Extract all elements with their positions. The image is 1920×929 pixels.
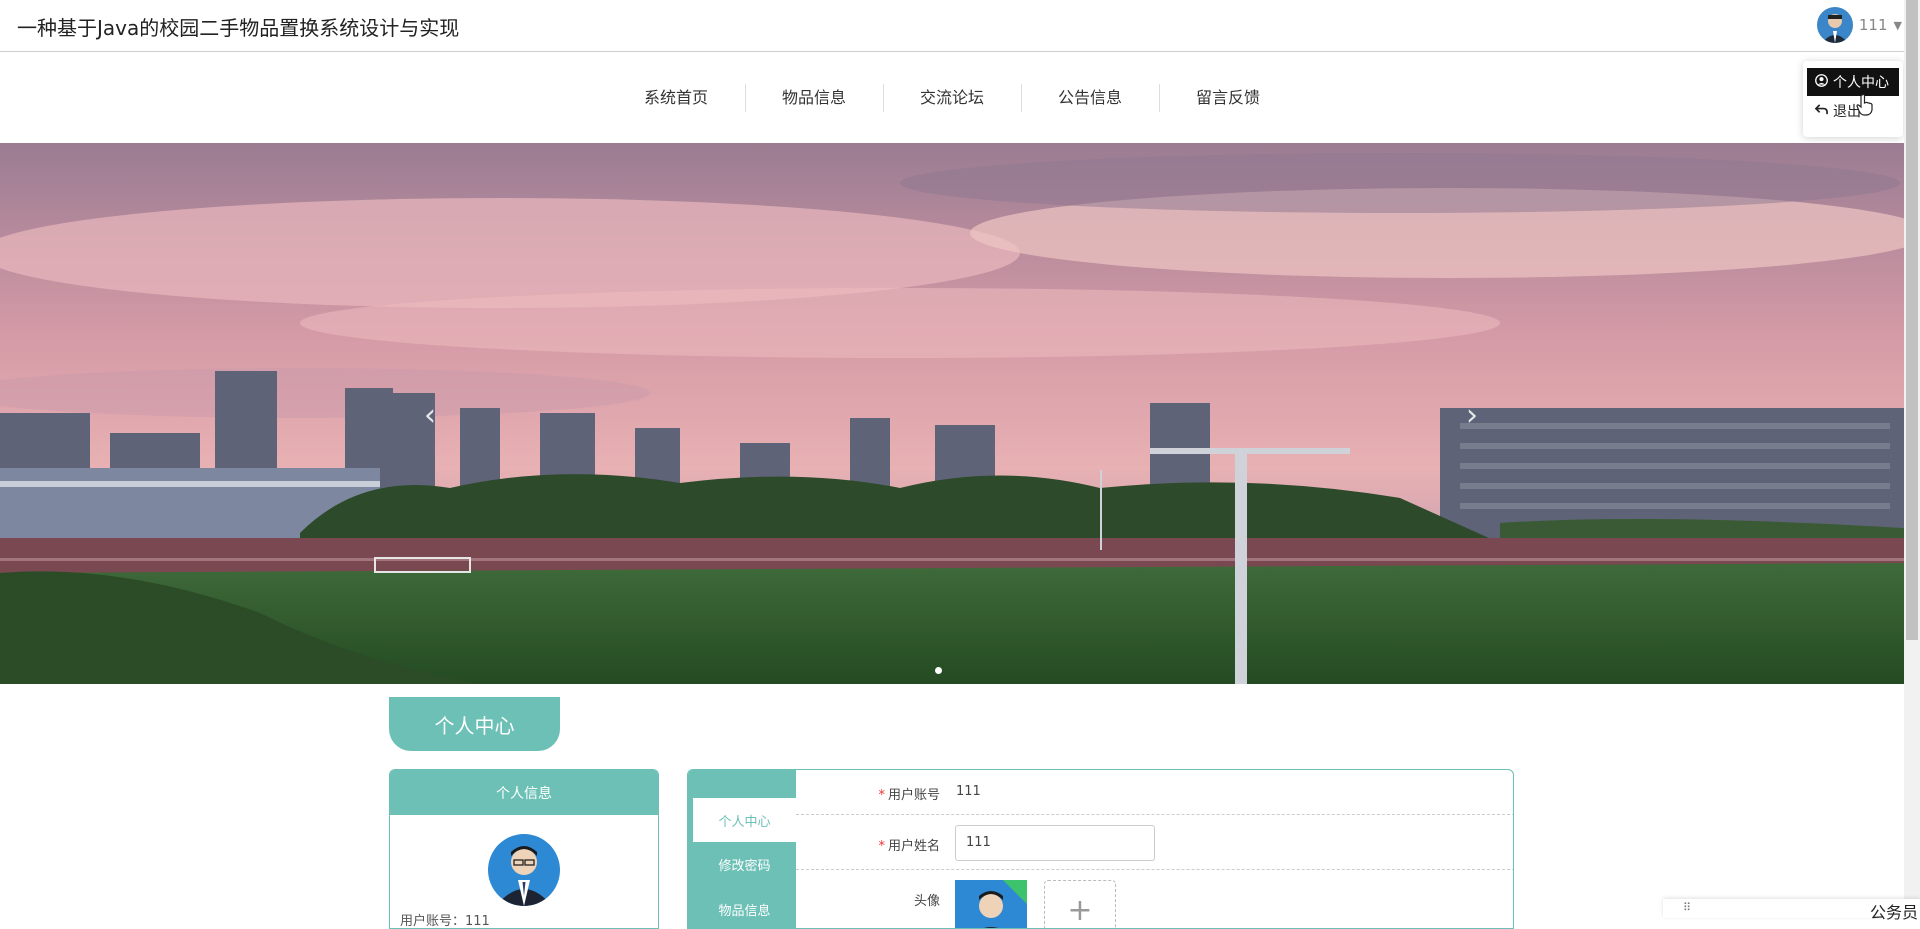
side-tab-personal-center[interactable]: 个人中心	[693, 798, 796, 842]
form-row-name: * 用户姓名 111	[796, 815, 1513, 870]
personal-info-card: 个人信息 用户账号：111	[389, 769, 659, 929]
account-label: * 用户账号	[878, 788, 940, 803]
page-scrollbar[interactable]	[1904, 0, 1920, 918]
profile-avatar	[488, 834, 560, 906]
nav-item-notice[interactable]: 公告信息	[1021, 84, 1159, 112]
chevron-down-icon[interactable]: ▼	[1894, 19, 1902, 32]
site-title: 一种基于Java的校园二手物品置换系统设计与实现	[17, 16, 460, 40]
nav-item-home[interactable]: 系统首页	[607, 85, 745, 111]
user-avatar[interactable]	[1816, 7, 1853, 43]
floating-widget[interactable]: ⠿ 公务员	[1663, 899, 1920, 922]
carousel-prev-button[interactable]: ‹	[424, 398, 436, 433]
side-tab-goods-info[interactable]: 物品信息	[693, 887, 796, 928]
nav-item-feedback[interactable]: 留言反馈	[1159, 84, 1297, 112]
personal-info-heading: 个人信息	[390, 770, 658, 815]
info-account-row: 用户账号：111	[400, 914, 490, 929]
banner-carousel[interactable]: ‹ ›	[0, 143, 1904, 684]
side-tab-change-password[interactable]: 修改密码	[693, 842, 796, 886]
username-label[interactable]: 111	[1859, 16, 1888, 34]
carousel-indicator-dot[interactable]	[935, 667, 942, 674]
name-input[interactable]: 111	[955, 825, 1155, 861]
form-row-avatar: 头像 +	[796, 870, 1513, 928]
name-label: * 用户姓名	[878, 839, 940, 854]
scrollbar-thumb[interactable]	[1906, 0, 1918, 640]
account-value: 111	[956, 784, 981, 799]
avatar-thumbnail[interactable]	[955, 880, 1027, 928]
banner-image	[0, 143, 1904, 684]
personal-center-title: 个人中心	[389, 697, 560, 751]
main-nav: 系统首页 物品信息 交流论坛 公告信息 留言反馈	[0, 53, 1904, 143]
top-bar: 一种基于Java的校园二手物品置换系统设计与实现 111 ▼	[0, 0, 1904, 52]
nav-item-goods[interactable]: 物品信息	[744, 84, 883, 112]
required-mark: *	[878, 839, 885, 854]
upload-avatar-button[interactable]: +	[1044, 880, 1116, 928]
user-menu-toggle[interactable]: 111 ▼	[1816, 6, 1902, 44]
form-row-account: * 用户账号 111	[796, 770, 1513, 815]
avatar-label: 头像	[913, 894, 940, 909]
profile-form-card: 个人中心 修改密码 物品信息 * 用户账号 111 * 用户姓名 111 头像 +	[687, 769, 1514, 929]
carousel-next-button[interactable]: ›	[1466, 398, 1478, 433]
nav-item-forum[interactable]: 交流论坛	[882, 84, 1021, 112]
drag-handle-icon[interactable]: ⠿	[1683, 901, 1691, 914]
side-tab-bar: 个人中心 修改密码 物品信息	[688, 770, 796, 928]
required-mark: *	[878, 788, 885, 803]
floating-widget-label: 公务员	[1869, 903, 1918, 922]
